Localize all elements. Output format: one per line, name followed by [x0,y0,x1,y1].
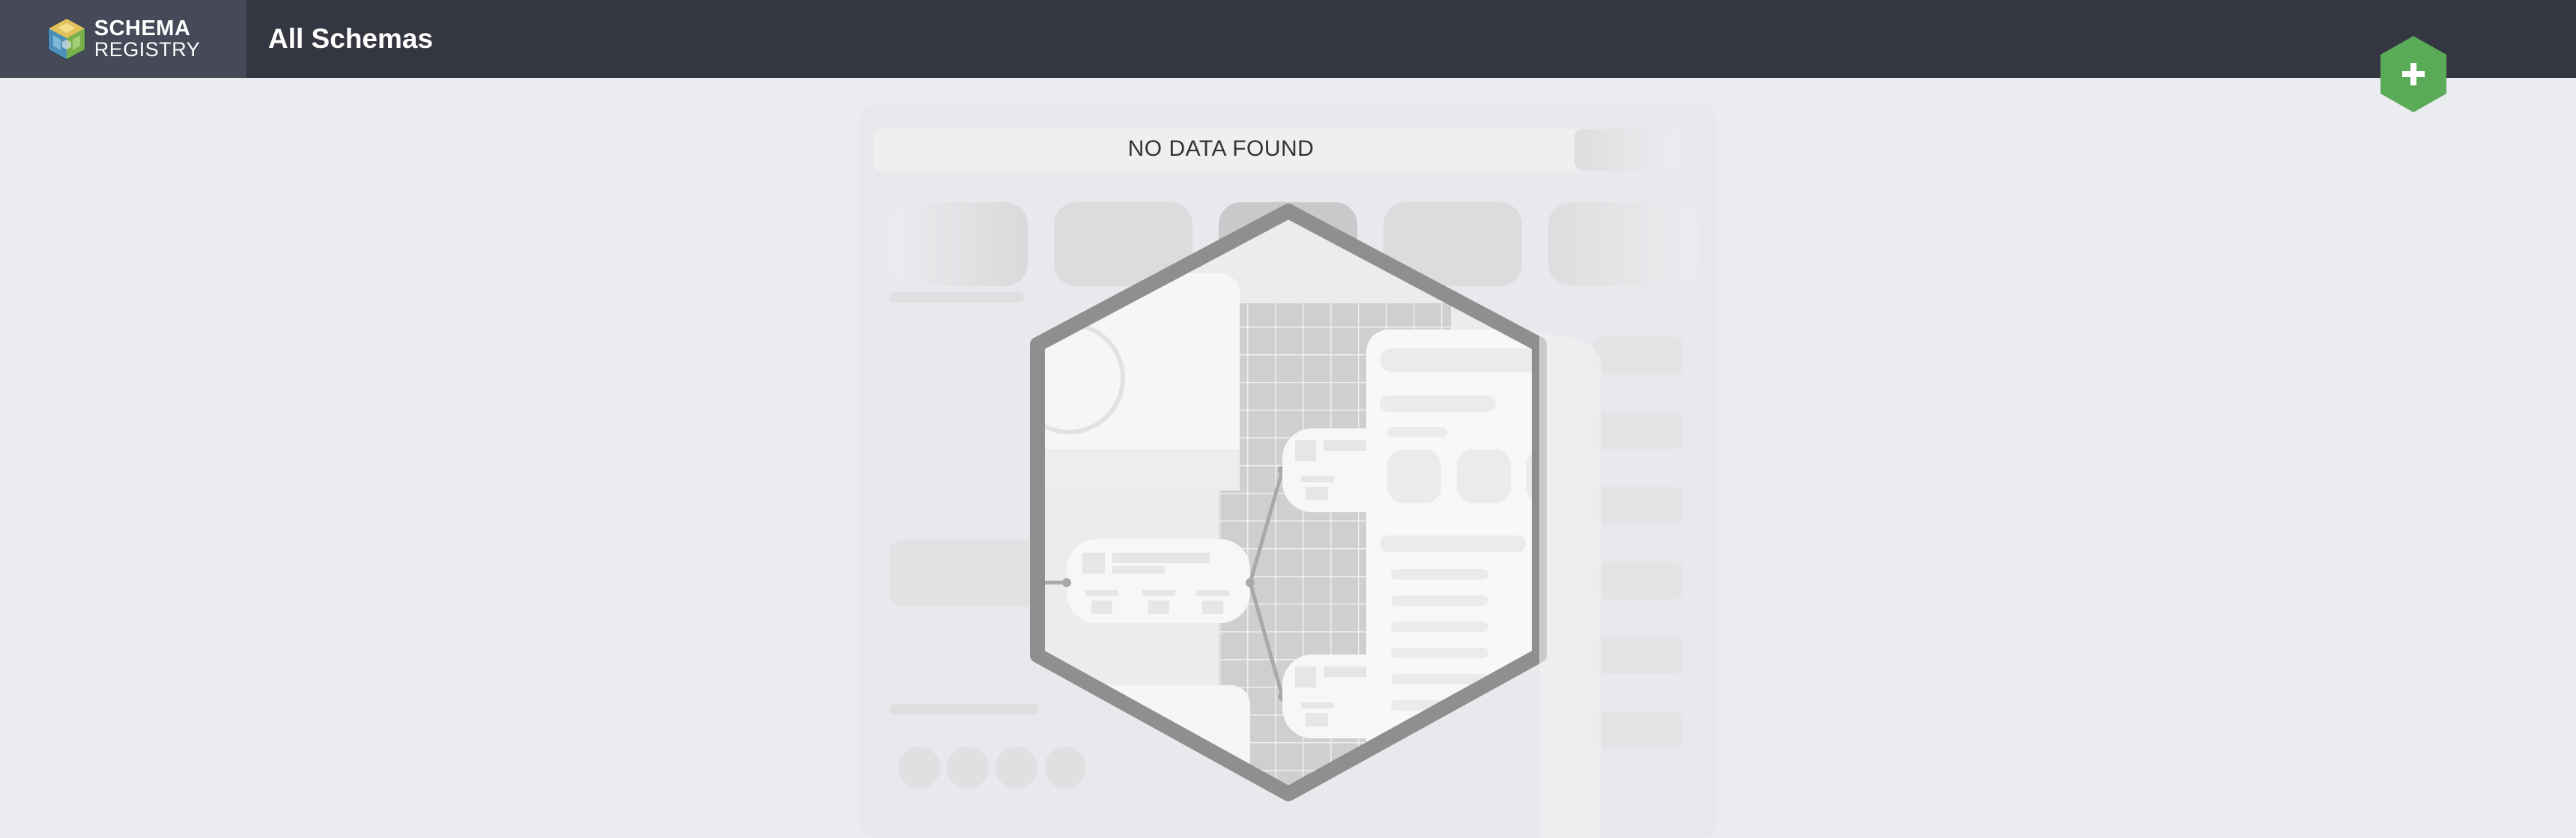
app-header: SCHEMA REGISTRY All Schemas [0,0,2576,78]
brand-line-1: SCHEMA [94,16,191,40]
plus-icon [2380,36,2446,112]
brand-name: SCHEMA REGISTRY [94,16,201,61]
page-title: All Schemas [268,23,434,54]
empty-state-illustration [859,105,1718,838]
empty-state-message: NO DATA FOUND [1127,136,1315,161]
hexagon-canvas-illustration [859,105,1718,838]
brand-logo-link[interactable]: SCHEMA REGISTRY [0,0,246,78]
schema-cube-icon [47,17,85,61]
brand-line-2: REGISTRY [94,38,201,61]
add-schema-button[interactable] [2378,34,2449,114]
